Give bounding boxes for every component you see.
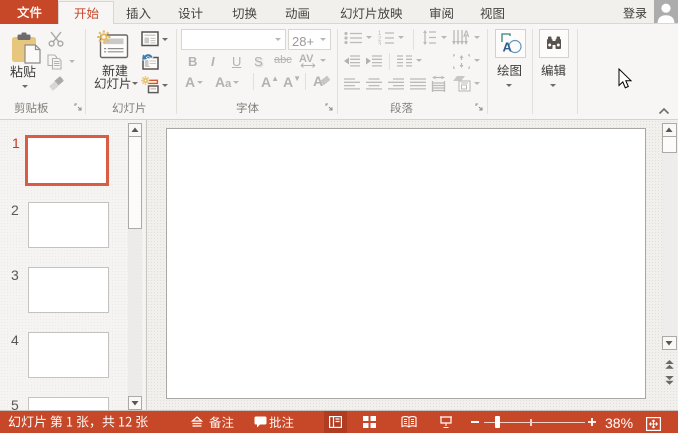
svg-text:A: A bbox=[503, 40, 513, 55]
svg-text:A: A bbox=[463, 30, 470, 39]
svg-text:AV: AV bbox=[299, 53, 314, 65]
svg-text:3: 3 bbox=[378, 42, 382, 45]
